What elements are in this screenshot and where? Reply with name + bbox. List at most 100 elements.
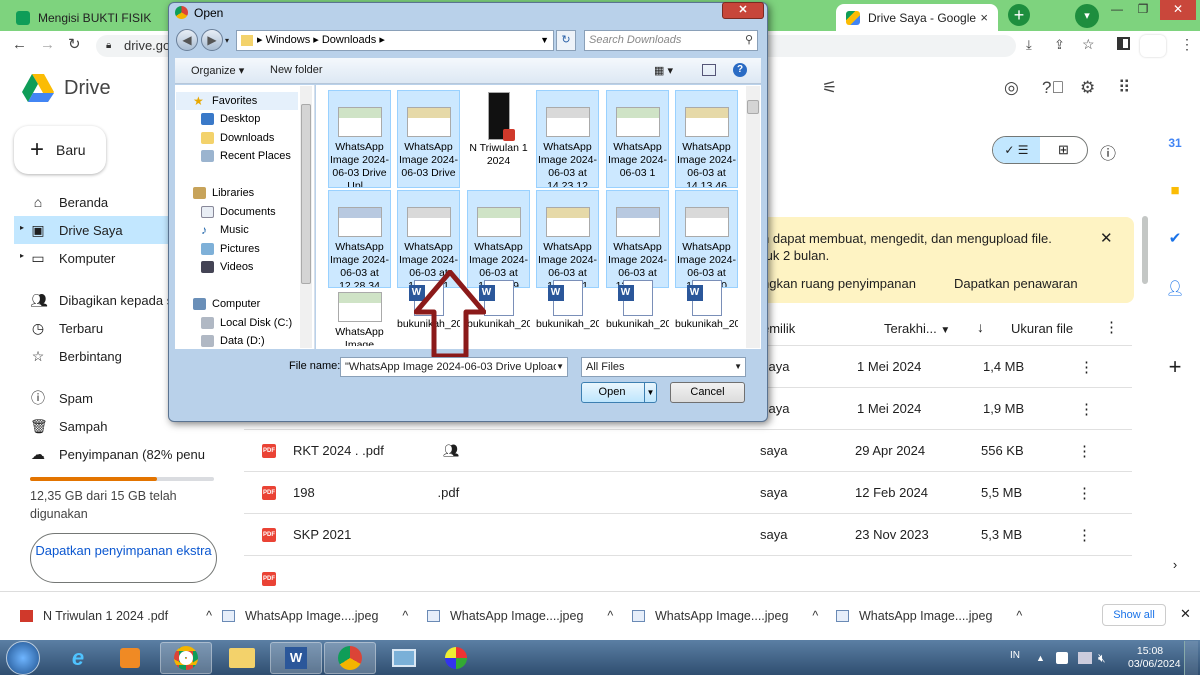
row-menu-icon[interactable]: ⋮ <box>1077 442 1092 460</box>
preview-pane-icon[interactable] <box>702 64 716 76</box>
back-nav-icon[interactable]: ◀ <box>176 29 198 51</box>
file-item[interactable]: N Triwulan 1 2024 <box>467 90 530 188</box>
remote-desktop-taskbar-icon[interactable] <box>378 642 430 674</box>
nav-scroll-thumb[interactable] <box>301 104 311 284</box>
bookmark-star-icon[interactable]: ☆ <box>1082 36 1095 53</box>
language-indicator[interactable]: IN <box>1010 650 1020 661</box>
help-icon[interactable]: ?⃝ <box>1042 78 1064 98</box>
chrome-taskbar-icon[interactable] <box>160 642 212 674</box>
download-chevron-icon[interactable]: ^ <box>812 609 818 623</box>
file-type-select[interactable]: All Files ▼ <box>581 357 746 377</box>
details-info-icon[interactable]: ⓘ <box>1100 140 1116 164</box>
get-offer-link[interactable]: Dapatkan penawaran <box>954 276 1078 291</box>
media-player-taskbar-icon[interactable] <box>104 642 156 674</box>
list-view-icon[interactable]: ✓ ☰ <box>993 137 1040 163</box>
nav-music[interactable]: ♪ Music <box>201 221 249 239</box>
file-item[interactable]: WhatsApp Image 2024-06-03 at 13.18.2... <box>606 190 669 288</box>
new-folder-button[interactable]: New folder <box>270 64 323 76</box>
start-orb-icon[interactable] <box>6 641 40 675</box>
table-row-partial[interactable]: PDF <box>244 562 1132 588</box>
profile-avatar[interactable] <box>1140 35 1166 57</box>
forward-icon[interactable]: → <box>40 36 55 53</box>
download-item[interactable]: WhatsApp Image....jpeg ^ <box>222 603 408 629</box>
nav-item-penyimpanan[interactable]: ☁ Penyimpanan (82% penu <box>0 440 226 468</box>
drive-logo[interactable]: Drive <box>22 74 111 102</box>
file-item[interactable]: WhatsApp Image <box>328 276 391 346</box>
install-icon[interactable]: ⤓ <box>1026 37 1032 53</box>
show-desktop-button[interactable] <box>1184 641 1198 675</box>
breadcrumb-downloads[interactable]: Downloads <box>322 34 376 46</box>
refresh-icon[interactable]: ↻ <box>556 30 576 51</box>
row-menu-icon[interactable]: ⋮ <box>1077 484 1092 502</box>
menu-dots-icon[interactable]: ⋮ <box>1180 36 1194 53</box>
forward-nav-icon[interactable]: ▶ <box>201 29 223 51</box>
breadcrumb-windows[interactable]: Windows <box>266 34 311 46</box>
table-row[interactable]: PDF 198 .pdf saya 12 Feb 2024 5,5 MB ⋮ <box>244 472 1132 514</box>
size-column-header[interactable]: Ukuran file <box>1011 321 1073 336</box>
search-options-icon[interactable]: ⚟ <box>822 78 837 98</box>
window-close-icon[interactable]: ✕ <box>1160 0 1196 20</box>
settings-gear-icon[interactable]: ⚙ <box>1080 78 1095 98</box>
view-toggle[interactable]: ✓ ☰ ⊞ <box>992 136 1088 164</box>
offline-ready-icon[interactable]: ◎ <box>1004 78 1019 98</box>
file-name-input[interactable]: "WhatsApp Image 2024-06-03 Drive Upload"… <box>340 357 568 377</box>
file-item[interactable]: WhatsApp Image 2024-06-03 at 13.18.20 <box>675 190 738 288</box>
back-icon[interactable]: ← <box>12 36 27 53</box>
nav-documents[interactable]: Documents <box>201 203 276 221</box>
ie-taskbar-icon[interactable]: e <box>52 642 104 674</box>
download-chevron-icon[interactable]: ^ <box>402 609 408 623</box>
main-scrollbar[interactable] <box>1142 216 1148 284</box>
modified-column-header[interactable]: Terakhi... ▼ <box>884 321 950 336</box>
sort-arrow-icon[interactable]: ↓ <box>977 319 984 335</box>
action-center-flag-icon[interactable] <box>1056 652 1068 664</box>
open-button[interactable]: Open ▼ <box>581 382 657 403</box>
dialog-close-icon[interactable]: ✕ <box>722 2 764 19</box>
expand-caret-icon[interactable]: ▸ <box>20 223 24 232</box>
file-item[interactable]: WhatsApp Image 2024-06-03 at 14.23.12 <box>536 90 599 188</box>
file-item[interactable]: WhatsApp Image 2024-06-03 at 12.28.34 <box>328 190 391 288</box>
file-scroll-thumb[interactable] <box>747 100 759 114</box>
open-options-dropdown-icon[interactable]: ▼ <box>644 383 656 402</box>
expand-caret-icon[interactable]: ▸ <box>20 251 24 260</box>
calendar-icon[interactable]: 31 <box>1160 128 1190 158</box>
nav-favorites[interactable]: ★ Favorites <box>193 92 257 110</box>
download-item[interactable]: WhatsApp Image....jpeg ^ <box>427 603 613 629</box>
restore-icon[interactable]: ❐ <box>1130 0 1156 20</box>
download-item[interactable]: WhatsApp Image....jpeg ^ <box>836 603 1022 629</box>
tab-drive-saya[interactable]: Drive Saya - Google Dri × <box>836 4 998 31</box>
download-chevron-icon[interactable]: ^ <box>607 609 613 623</box>
contacts-icon[interactable]: 👤︎ <box>1160 274 1190 304</box>
grid-view-icon[interactable]: ⊞ <box>1040 137 1087 163</box>
network-icon[interactable] <box>1078 652 1092 664</box>
organize-button[interactable]: Organize ▾ <box>191 64 244 77</box>
nav-downloads[interactable]: Downloads <box>201 129 274 147</box>
column-options-icon[interactable]: ⋮ <box>1104 318 1119 336</box>
file-item[interactable]: WhatsApp Image 2024-06-03 at 14.13.46 <box>675 90 738 188</box>
banner-close-icon[interactable]: ✕ <box>1100 229 1113 247</box>
download-chevron-icon[interactable]: ^ <box>1016 609 1022 623</box>
download-chevron-icon[interactable]: ^ <box>206 609 212 623</box>
file-item[interactable]: WhatsApp Image 2024-06-03 1 <box>606 90 669 188</box>
volume-muted-icon[interactable]: 🔇︎ <box>1098 651 1106 666</box>
close-tab-icon[interactable]: × <box>980 10 988 25</box>
file-item[interactable]: WhatsApp Image 2024-06-03 at 13.24.51 <box>536 190 599 288</box>
address-dropdown-icon[interactable]: ▼ <box>540 31 549 50</box>
reload-icon[interactable]: ↻ <box>68 35 81 53</box>
file-pane-scrollbar[interactable] <box>746 86 760 348</box>
minimize-icon[interactable]: — <box>1104 0 1130 20</box>
add-addon-icon[interactable]: + <box>1160 352 1190 382</box>
file-item[interactable]: WhatsApp Image 2024-06-03 Drive Upl... <box>328 90 391 188</box>
help-icon[interactable]: ? <box>733 63 747 77</box>
row-menu-icon[interactable]: ⋮ <box>1079 400 1094 418</box>
file-name-dropdown-icon[interactable]: ▼ <box>556 358 564 376</box>
tasks-icon[interactable]: ✔ <box>1160 224 1190 254</box>
tab-mengisi-bukti[interactable]: Mengisi BUKTI FISIK da <box>6 4 154 31</box>
nav-local-disk[interactable]: Local Disk (C:) <box>201 314 292 332</box>
new-tab-button[interactable]: + <box>1008 4 1030 26</box>
nav-videos[interactable]: Videos <box>201 258 253 276</box>
get-storage-button[interactable]: Dapatkan penyimpanan ekstra <box>30 533 217 583</box>
cancel-button[interactable]: Cancel <box>670 382 745 403</box>
downloads-close-icon[interactable]: ✕ <box>1180 606 1191 622</box>
nav-recent-places[interactable]: Recent Places <box>201 147 291 165</box>
word-taskbar-icon[interactable]: W <box>270 642 322 674</box>
